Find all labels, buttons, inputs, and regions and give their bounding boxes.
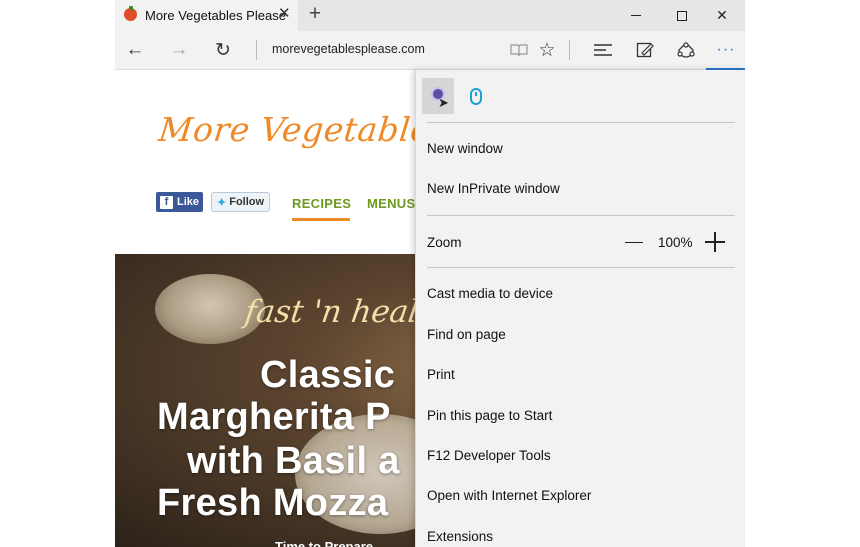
reading-view-icon[interactable] [505,37,533,63]
forward-button[interactable]: → [165,37,193,63]
facebook-like-button[interactable]: f Like [156,192,203,212]
address-bar[interactable]: morevegetablesplease.com [272,42,425,56]
new-tab-button[interactable]: + [303,3,327,27]
mouse-pointer-icon: ➤ [438,95,449,110]
browser-window: More Vegetables Please ✕ + ✕ ← → ↻ morev… [115,0,745,547]
favorite-star-icon[interactable]: ☆ [533,37,561,63]
menu-item-extensions[interactable]: Extensions [427,529,493,544]
close-window-button[interactable]: ✕ [699,0,745,31]
menu-divider [427,215,735,216]
back-button[interactable]: ← [121,37,149,63]
mouse-mode-button[interactable] [460,78,492,114]
facebook-icon: f [160,195,173,209]
zoom-in-icon[interactable] [704,231,726,253]
address-divider [256,40,257,60]
site-nav-recipes[interactable]: RECIPES [292,196,351,211]
more-actions-icon[interactable]: ··· [712,37,740,63]
twitter-follow-label: Follow [229,196,265,208]
menu-item-open-with-ie[interactable]: Open with Internet Explorer [427,488,591,503]
zoom-level: 100% [658,235,693,250]
title-bar: More Vegetables Please ✕ + ✕ [115,0,745,31]
menu-item-print[interactable]: Print [427,367,455,382]
eye-control-button[interactable]: ➤ [422,78,454,114]
settings-menu: ➤ New window New InPrivate window Zoom 1… [415,70,745,547]
menu-item-find-on-page[interactable]: Find on page [427,327,506,342]
navigation-bar: ← → ↻ morevegetablesplease.com ☆ ··· [115,31,745,70]
zoom-out-icon[interactable] [625,242,643,243]
tab-title: More Vegetables Please [145,8,286,23]
refresh-button[interactable]: ↻ [209,37,237,63]
share-icon[interactable] [672,37,700,63]
minimize-icon [631,15,641,16]
tab-close-icon[interactable]: ✕ [278,6,291,22]
menu-divider [427,122,735,123]
browser-tab[interactable]: More Vegetables Please ✕ [115,0,298,31]
menu-item-new-inprivate-window[interactable]: New InPrivate window [427,181,560,196]
menu-item-cast-media[interactable]: Cast media to device [427,286,553,301]
menu-item-developer-tools[interactable]: F12 Developer Tools [427,448,551,463]
hub-icon[interactable] [589,37,617,63]
twitter-bird-icon: ✦ [217,196,227,209]
web-note-icon[interactable] [631,37,659,63]
menu-divider [427,267,735,268]
menu-item-zoom-label: Zoom [427,235,462,250]
toolbar-divider [569,40,570,60]
minimize-button[interactable] [613,0,659,31]
maximize-icon [677,10,687,21]
mouse-icon [470,87,482,105]
menu-item-pin-to-start[interactable]: Pin this page to Start [427,408,552,423]
twitter-follow-button[interactable]: ✦ Follow [211,192,270,212]
tomato-favicon-icon [124,6,137,21]
facebook-like-label: Like [177,196,200,208]
site-nav-active-underline [292,218,350,221]
hero-subtitle: Time to Prepare [275,539,374,547]
site-nav-menus[interactable]: MENUS [367,196,415,211]
menu-item-new-window[interactable]: New window [427,141,503,156]
